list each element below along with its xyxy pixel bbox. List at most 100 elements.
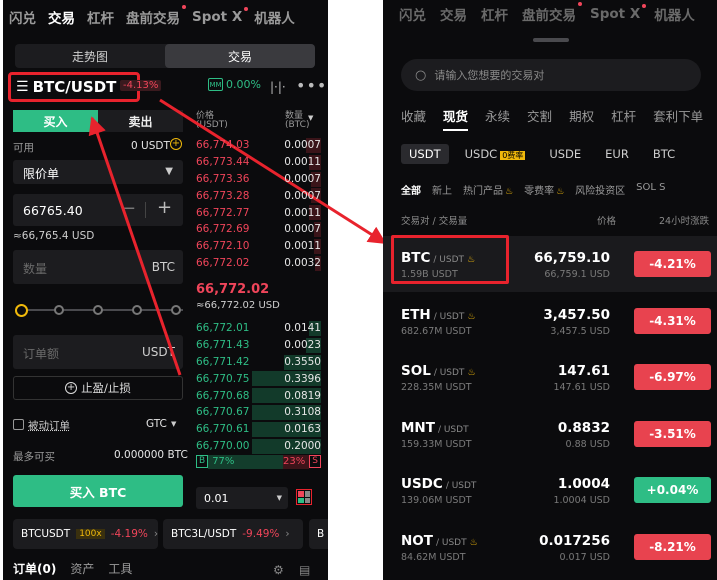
amount-input[interactable]: 订单额 USDT xyxy=(13,335,183,369)
col-change[interactable]: 24小时涨跌 xyxy=(659,213,709,227)
market-row[interactable]: USDC / USDT 139.06M USDT 1.0004 1.0004 USD +0… xyxy=(383,462,717,518)
more-icon[interactable]: ••• xyxy=(296,76,327,95)
ob-layout-icon[interactable] xyxy=(296,489,312,505)
ob-row[interactable]: 66,770.67 0.3108 xyxy=(196,404,321,421)
tab-trade[interactable]: 交易 xyxy=(165,44,315,68)
slider-step[interactable] xyxy=(54,305,64,315)
market-row[interactable]: NOT / USDT ♨ 84.62M USDT 0.017256 0.017 USD -8… xyxy=(383,519,717,575)
passive-label[interactable]: 被动订单 xyxy=(28,418,70,433)
mm-indicator[interactable]: MM 0.00% xyxy=(208,78,261,91)
nav-item[interactable]: 杠杆 xyxy=(87,7,114,27)
document-icon[interactable]: ▤ xyxy=(299,563,310,577)
change-badge[interactable]: +0.04% xyxy=(634,477,711,503)
quote-tab[interactable]: USDE xyxy=(541,144,589,164)
market-row[interactable]: SOL / USDT ♨ 228.35M USDT 147.61 147.61 USD -6… xyxy=(383,349,717,405)
tick-size-select[interactable]: 0.01 ▼ xyxy=(196,487,288,509)
change-badge[interactable]: -4.21% xyxy=(634,251,711,277)
ob-row[interactable]: 66,772.69 0.0007 xyxy=(196,221,321,238)
category-tab[interactable]: 热门产品 ♨ xyxy=(463,182,513,197)
category-tab[interactable]: 风险投资区 xyxy=(575,182,625,197)
bottom-tab[interactable]: 工具 xyxy=(108,560,132,577)
tpsl-button[interactable]: + 止盈/止损 xyxy=(13,376,183,400)
change-badge[interactable]: -4.31% xyxy=(634,307,711,334)
ob-row[interactable]: 66,771.43 0.0023 xyxy=(196,337,321,354)
market-tab[interactable]: 杠杆 xyxy=(611,106,636,131)
change-badge[interactable]: -6.97% xyxy=(634,364,711,390)
minus-icon[interactable]: − xyxy=(121,198,136,219)
ob-row[interactable]: 66,770.68 0.0819 xyxy=(196,387,321,404)
buy-tab[interactable]: 买入 xyxy=(13,110,98,132)
ticker-chip[interactable]: BTCUSDT 100x -4.19% › xyxy=(13,519,158,549)
ob-row[interactable]: 66,772.01 0.0141 xyxy=(196,320,321,337)
nav-item[interactable]: 盘前交易 xyxy=(126,5,186,27)
tab-chart[interactable]: 走势图 xyxy=(15,44,165,68)
quantity-input[interactable]: 数量 BTC xyxy=(13,250,183,284)
nav-item[interactable]: 闪兑 xyxy=(9,7,36,27)
ob-row[interactable]: 66,773.44 0.0011 xyxy=(196,154,321,171)
ticker-chip[interactable]: B xyxy=(309,519,328,549)
nav-item[interactable]: 闪兑 xyxy=(399,4,426,24)
col-price[interactable]: 价格 xyxy=(597,213,616,227)
category-tab[interactable]: 全部 xyxy=(401,182,421,197)
nav-item[interactable]: 盘前交易 xyxy=(522,2,582,24)
ob-row[interactable]: 66,770.61 0.0163 xyxy=(196,421,321,438)
bottom-tab[interactable]: 资产 xyxy=(70,560,94,577)
ob-row[interactable]: 66,770.00 0.2000 xyxy=(196,438,321,455)
ob-row[interactable]: 66,773.28 0.0007 xyxy=(196,187,321,204)
nav-item[interactable]: Spot X xyxy=(192,7,249,25)
ob-row[interactable]: 66,771.42 0.3550 xyxy=(196,354,321,371)
ob-row[interactable]: 66,772.77 0.0011 xyxy=(196,204,321,221)
nav-item[interactable]: 交易 xyxy=(440,4,467,24)
buy-btc-button[interactable]: 买入 BTC xyxy=(13,475,183,507)
depth-chart-icon[interactable]: |·|· xyxy=(270,80,286,94)
price-input[interactable]: 66765.40 − + xyxy=(13,194,183,226)
market-tab[interactable]: 永续 xyxy=(485,106,510,131)
ob-row[interactable]: 66,770.75 0.3396 xyxy=(196,370,321,387)
ob-row[interactable]: 66,774.03 0.0007 xyxy=(196,137,321,154)
quote-tab[interactable]: USDT xyxy=(401,144,449,164)
ob-row[interactable]: 66,773.36 0.0007 xyxy=(196,171,321,188)
nav-item[interactable]: 机器人 xyxy=(254,7,295,27)
settings-icon[interactable]: ⚙ xyxy=(273,563,284,577)
add-funds-icon[interactable]: + xyxy=(170,138,182,150)
market-row[interactable]: ETH / USDT ♨ 682.67M USDT 3,457.50 3,457.5 US… xyxy=(383,293,717,349)
market-row[interactable]: MNT / USDT 159.33M USDT 0.8832 0.88 USD -3.51… xyxy=(383,406,717,462)
change-badge[interactable]: -3.51% xyxy=(634,420,711,447)
nav-item[interactable]: Spot X xyxy=(590,4,647,22)
quote-tab[interactable]: EUR xyxy=(597,144,637,164)
tif-select[interactable]: GTC xyxy=(146,418,167,430)
order-type-select[interactable]: 限价单 ▼ xyxy=(13,160,183,184)
category-tab[interactable]: 零费率 ♨ xyxy=(524,182,564,197)
sell-tab[interactable]: 卖出 xyxy=(98,110,183,132)
quote-tab[interactable]: USDC 0费率 xyxy=(457,144,534,164)
bottom-tab[interactable]: 订单(0) xyxy=(13,560,56,577)
market-tab[interactable]: 现货 xyxy=(443,106,469,131)
category-tab[interactable]: SOL S xyxy=(636,182,665,197)
quote-tabs: USDT USDC 0费率 USDE EUR BTC xyxy=(401,144,683,164)
amount-slider[interactable] xyxy=(15,303,183,317)
market-tab[interactable]: 期权 xyxy=(569,106,594,131)
nav-item[interactable]: 机器人 xyxy=(654,4,695,24)
ticker-chip[interactable]: BTC3L/USDT -9.49% › xyxy=(163,519,303,549)
nav-item[interactable]: 杠杆 xyxy=(481,4,508,24)
slider-step[interactable] xyxy=(93,305,103,315)
market-tab[interactable]: 套利下单 xyxy=(653,106,703,131)
ob-row[interactable]: 66,772.10 0.0011 xyxy=(196,238,321,255)
quote-tab[interactable]: BTC xyxy=(645,144,683,164)
change-badge[interactable]: -8.21% xyxy=(634,533,711,560)
ob-row[interactable]: 66,772.02 0.0032 xyxy=(196,255,321,272)
slider-step[interactable] xyxy=(132,305,142,315)
passive-checkbox[interactable] xyxy=(13,419,24,430)
col-pair[interactable]: 交易对 / 交易量 xyxy=(401,213,467,227)
caret-down-icon[interactable]: ▼ xyxy=(308,114,313,122)
plus-icon[interactable]: + xyxy=(157,197,172,218)
slider-knob[interactable] xyxy=(15,303,28,317)
slider-step[interactable] xyxy=(171,305,181,315)
sheet-handle[interactable] xyxy=(533,38,569,42)
category-tab[interactable]: 新上 xyxy=(432,182,452,197)
search-input[interactable]: ○ 请输入您想要的交易对 xyxy=(401,59,701,91)
last-price[interactable]: 66,772.02 xyxy=(196,282,269,297)
market-tab[interactable]: 交割 xyxy=(527,106,552,131)
nav-item[interactable]: 交易 xyxy=(48,7,75,27)
market-tab[interactable]: 收藏 xyxy=(401,106,426,131)
